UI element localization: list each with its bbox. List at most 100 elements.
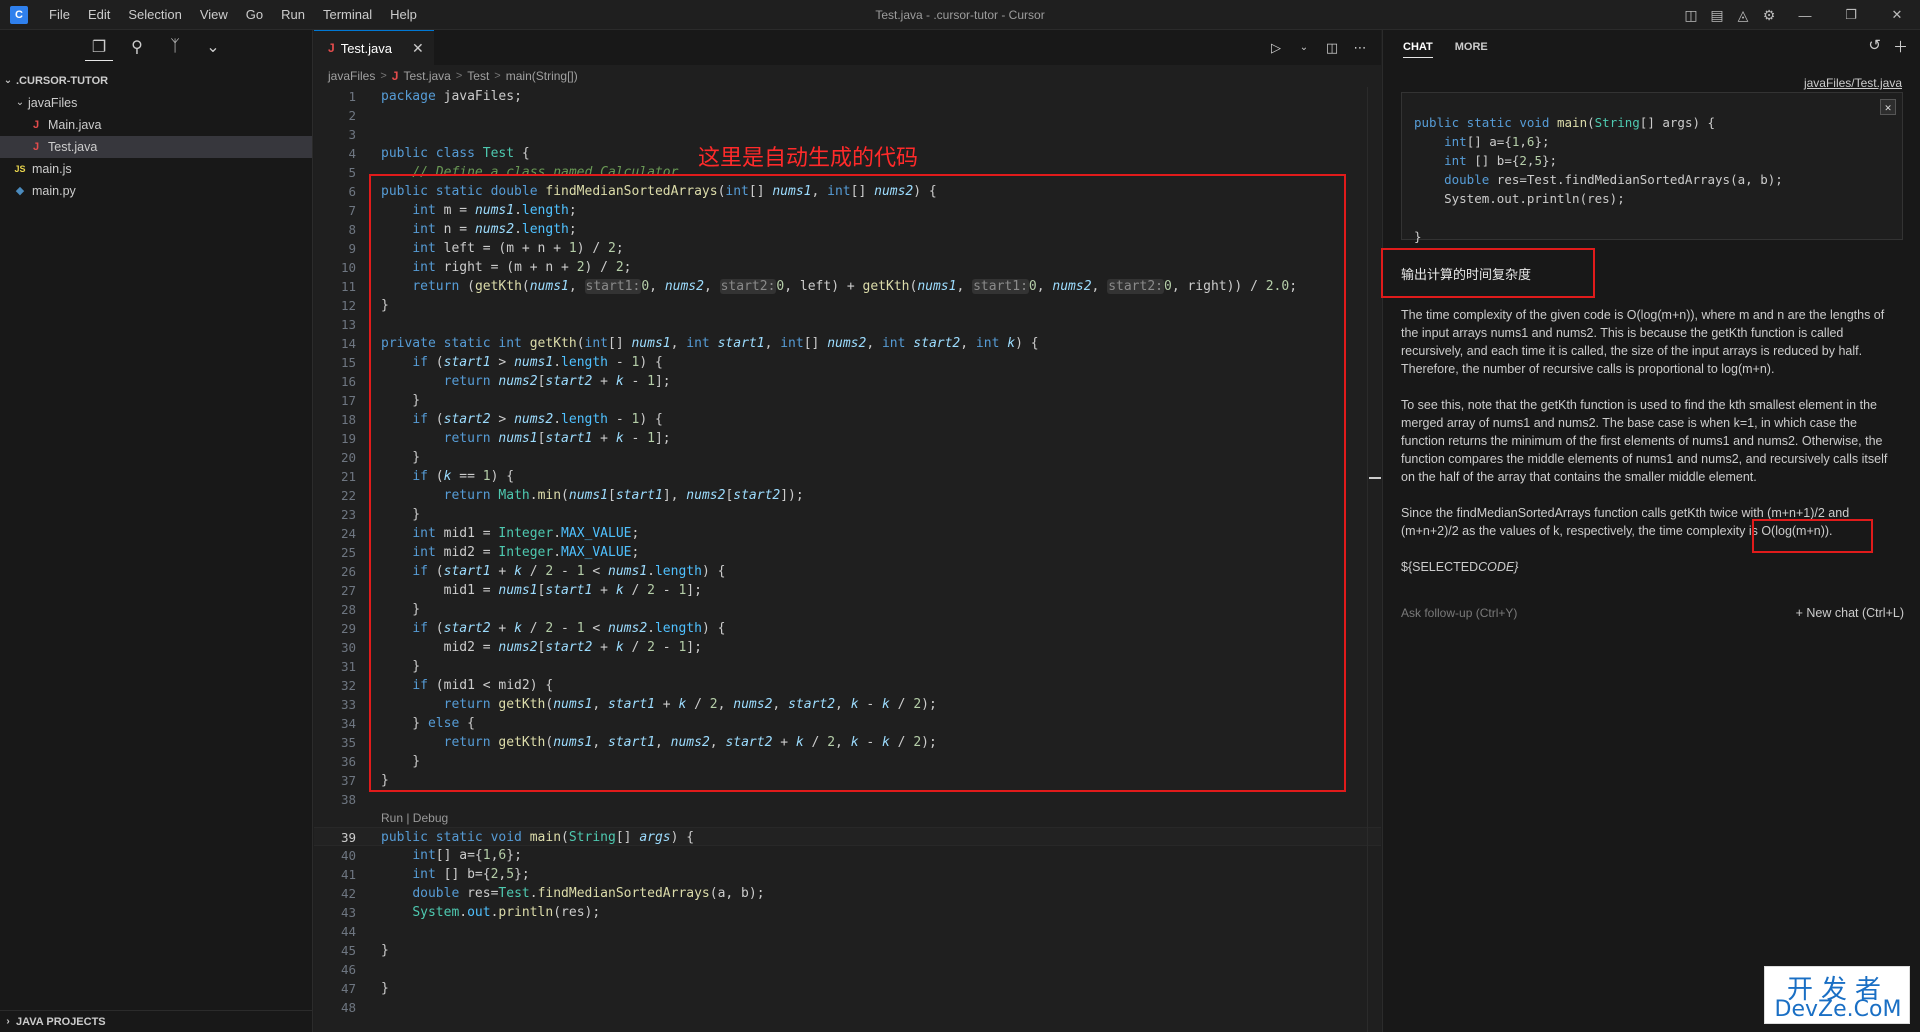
code-snippet: ✕ public static void main(String[] args)… [1401,92,1903,244]
breadcrumb-separator-icon: > [455,70,463,82]
line-number: 10 [340,260,356,275]
plus-icon[interactable]: ＋ [1893,36,1908,57]
menu-view[interactable]: View [191,0,237,30]
close-window-icon[interactable]: ✕ [1874,0,1920,30]
file-item[interactable]: ◆ main.py [0,180,312,202]
breadcrumb-item[interactable]: javaFiles [328,69,375,83]
source-control-icon[interactable]: ᛉ [161,33,189,61]
file-item[interactable]: J Test.java [0,136,312,158]
toggle-panel-icon[interactable]: ▤ [1704,0,1730,30]
file-link[interactable]: javaFiles/Test.java [1804,76,1902,90]
line-number: 34 [340,716,356,731]
snippet-line: int [] b={2,5}; [1444,153,1558,168]
menu-edit[interactable]: Edit [79,0,119,30]
java-projects-section[interactable]: › JAVA PROJECTS [0,1010,313,1032]
java-icon: J [32,141,40,153]
chevron-down-icon[interactable]: ⌄ [199,33,227,61]
code-text: double res=Test.findMedianSortedArrays(a… [412,886,765,901]
line-number: 42 [340,886,356,901]
history-icon[interactable]: ↺ [1868,36,1881,57]
explorer-sidebar: ❐ ⚲ ᛉ ⌄ ⌄ .CURSOR-TUTOR ⌄ javaFiles J Mai… [0,30,313,1032]
chevron-down-icon: ⌄ [3,75,13,86]
code-text: public class Test { [381,146,530,161]
line-number: 11 [340,279,356,294]
workspace-root[interactable]: ⌄ .CURSOR-TUTOR [0,70,312,92]
menu-go[interactable]: Go [237,0,272,30]
close-tab-icon[interactable]: ✕ [412,40,424,57]
breadcrumb-item[interactable]: Test [467,69,489,83]
python-icon: ◆ [15,185,25,197]
line-number: 25 [340,545,356,560]
user-question: 输出计算的时间复杂度 [1401,267,1532,282]
menu-file[interactable]: File [40,0,79,30]
title-controls: ◫ ▤ ◬ ⚙ — ❐ ✕ [1678,0,1920,30]
toggle-primary-sidebar-icon[interactable]: ◫ [1678,0,1704,30]
breadcrumb-item[interactable]: Test.java [403,69,450,83]
file-item[interactable]: JS main.js [0,158,312,180]
chevron-right-icon: › [6,1016,10,1027]
annotation-label: 这里是自动生成的代码 [698,146,919,171]
menu-terminal[interactable]: Terminal [314,0,381,30]
line-number: 23 [340,507,356,522]
tab-test-java[interactable]: J Test.java ✕ [314,30,434,65]
code-text: int [] b={2,5}; [412,867,530,882]
code-line: 40 int[] a={1,6}; [314,846,1381,865]
new-chat-button[interactable]: + New chat (Ctrl+L) [1796,606,1904,620]
run-play-icon[interactable]: ▷ [1265,40,1287,56]
line-number: 20 [340,450,356,465]
chat-tabs: CHAT MORE [1383,30,1920,64]
toggle-secondary-sidebar-icon[interactable]: ◬ [1730,0,1756,30]
split-editor-icon[interactable]: ◫ [1321,40,1343,56]
line-number: 31 [340,659,356,674]
restore-icon[interactable]: ❐ [1828,0,1874,30]
snippet-line: System.out.println(res); [1414,191,1625,206]
line-number: 39 [340,830,356,845]
search-icon[interactable]: ⚲ [123,33,151,61]
line-number: 12 [340,298,356,313]
title-bar: C File Edit Selection View Go Run Terminal Help… [0,0,1920,30]
line-number: 14 [340,336,356,351]
workspace-root-label: .CURSOR-TUTOR [16,75,109,87]
menu-help[interactable]: Help [381,0,426,30]
selected-code-token: ${SELECTEDCODE} [1401,558,1901,576]
new-chat-label: New chat (Ctrl+L) [1806,606,1904,620]
minimize-icon[interactable]: — [1782,0,1828,30]
editor-scrollbar[interactable] [1367,87,1381,1032]
line-number: 17 [340,393,356,408]
line-number: 6 [348,184,356,199]
breadcrumb-item[interactable]: main(String[]) [506,69,578,83]
chevron-down-icon[interactable]: ⌄ [1293,42,1315,53]
code-line: 44 [314,922,1381,941]
breadcrumb-separator-icon: > [380,70,387,82]
codelens-label[interactable]: Run | Debug [381,809,448,828]
codelens-run-debug[interactable]: Run | Debug [314,809,1381,828]
line-number: 28 [340,602,356,617]
code-line: 45} [314,941,1381,960]
more-actions-icon[interactable]: ⋯ [1349,40,1371,56]
folder-javafiles[interactable]: ⌄ javaFiles [0,92,312,114]
line-number: 19 [340,431,356,446]
file-label: main.py [32,184,76,198]
file-item[interactable]: J Main.java [0,114,312,136]
line-number: 15 [340,355,356,370]
follow-up-input[interactable]: Ask follow-up (Ctrl+Y) [1401,606,1517,620]
java-projects-label: JAVA PROJECTS [16,1015,106,1028]
chat-panel: CHAT MORE ↺ ＋ javaFiles/Test.java ✕ publ… [1381,30,1920,1032]
settings-gear-icon[interactable]: ⚙ [1756,0,1782,30]
menu-selection[interactable]: Selection [119,0,190,30]
selected-code-token-suffix: CODE} [1478,560,1519,574]
tab-chat[interactable]: CHAT [1403,41,1433,58]
tab-more[interactable]: MORE [1455,41,1488,53]
line-number: 44 [340,924,356,939]
js-icon: JS [14,164,26,174]
explorer-files-icon[interactable]: ❐ [85,33,113,61]
scrollbar-marker [1369,477,1381,479]
line-number: 5 [348,165,356,180]
line-number: 47 [340,981,356,996]
menu-run[interactable]: Run [272,0,314,30]
code-line: 47} [314,979,1381,998]
close-snippet-icon[interactable]: ✕ [1880,99,1896,115]
line-number: 24 [340,526,356,541]
watermark-logo: 开发者 DevZe.CoM [1764,966,1910,1024]
answer-paragraph: To see this, note that the getKth functi… [1401,398,1888,484]
